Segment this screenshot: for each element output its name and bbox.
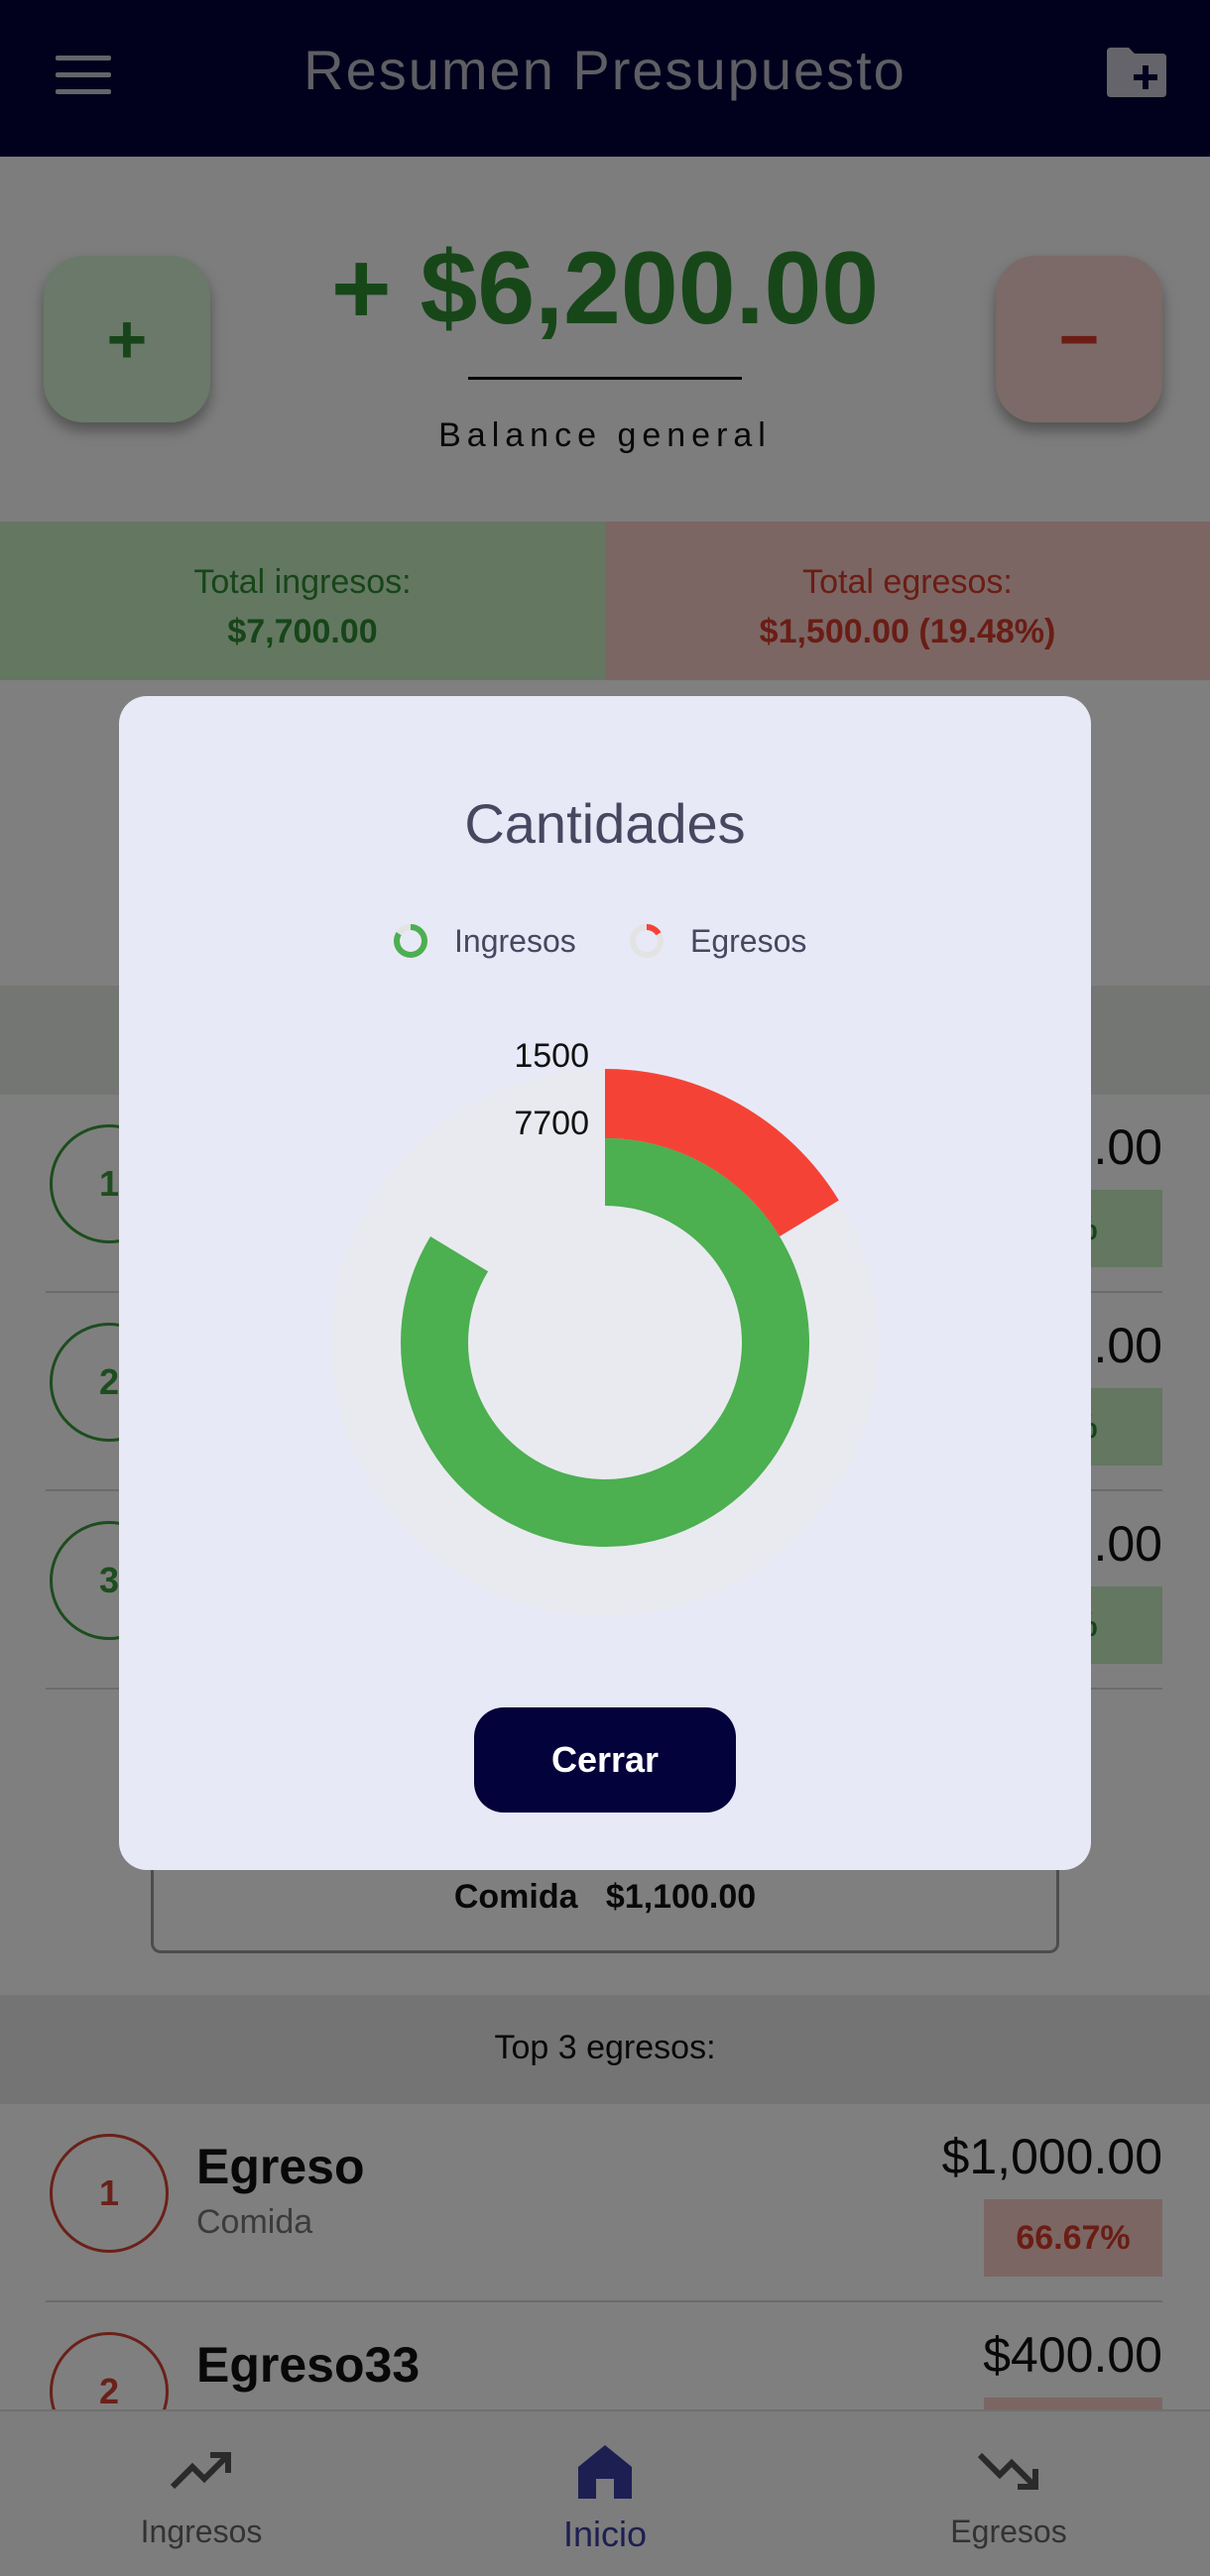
- ring-icon-egresos: [630, 924, 664, 958]
- donut-chart: 1500 7700: [331, 1037, 879, 1616]
- legend-item-egresos: Egresos: [627, 916, 806, 966]
- legend-item-ingresos: Ingresos: [391, 916, 576, 966]
- chart-legend: Ingresos Egresos: [119, 916, 1091, 966]
- chart-data-label: 7700: [514, 1105, 589, 1142]
- amounts-dialog: Cantidades Ingresos Egresos 1500 7700 Cer…: [119, 696, 1091, 1870]
- dialog-title: Cantidades: [464, 792, 746, 855]
- close-button[interactable]: Cerrar: [474, 1707, 736, 1813]
- legend-label-egresos: Egresos: [690, 922, 807, 959]
- chart-data-label: 1500: [514, 1037, 589, 1075]
- legend-label-ingresos: Ingresos: [454, 922, 576, 959]
- ring-icon-ingresos: [394, 924, 427, 958]
